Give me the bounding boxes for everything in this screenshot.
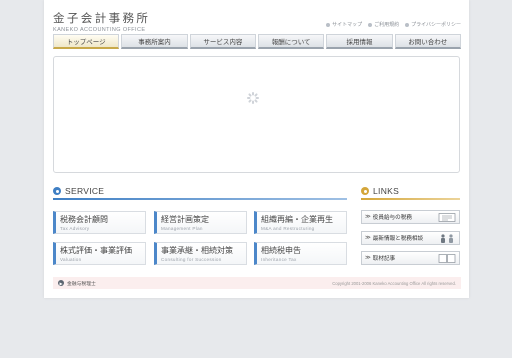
service-item-sublabel: Tax Advisory — [60, 226, 90, 231]
bullet-icon — [368, 22, 373, 27]
top-links: サイトマップ ご利用規約 プライバシーポリシー — [326, 21, 461, 28]
service-divider — [53, 198, 347, 200]
service-valuation[interactable]: 株式評価・事業評価 Valuation — [53, 242, 146, 265]
link-label: 役員給与の税務 — [372, 215, 412, 221]
footer-link[interactable]: ▶ 金融与税理士 — [58, 280, 96, 287]
service-bullet-icon — [53, 187, 61, 195]
top-link-sitemap[interactable]: サイトマップ — [326, 21, 362, 28]
double-chevron-icon: ≫ — [365, 235, 371, 241]
site-logo[interactable]: 金子会計事務所 KANEKO ACCOUNTING OFFICE — [53, 10, 150, 33]
logo-title: 金子会計事務所 — [53, 11, 151, 25]
double-chevron-icon: ≫ — [365, 255, 371, 261]
service-item-sublabel: Management Plan — [161, 226, 203, 231]
link-press-articles[interactable]: ≫ 取材記事 — [361, 251, 460, 265]
main-visual — [53, 56, 460, 173]
nav-item-recruit[interactable]: 採用情報 — [326, 34, 393, 49]
nav-item-fees[interactable]: 報酬について — [257, 34, 325, 49]
links-heading: LINKS — [361, 185, 399, 197]
footer-link-label: 金融与税理士 — [67, 281, 96, 287]
arrow-right-icon: ▶ — [58, 280, 64, 286]
link-news-consulting[interactable]: ≫ 最新情報と税務相談 — [361, 231, 460, 245]
copyright: Copyright 2001-2006 Kaneko Accounting Of… — [332, 280, 456, 286]
links-title: LINKS — [373, 186, 400, 196]
main-nav: トップページ 事務所案内 サービス内容 報酬について 採用情報 お問い合わせ — [53, 34, 461, 49]
links-bullet-icon — [361, 187, 369, 195]
double-chevron-icon: ≫ — [365, 214, 371, 220]
service-item-label: 税務会計顧問 — [60, 215, 108, 224]
service-item-label: 事業承継・相続対策 — [161, 246, 233, 255]
link-executive-pay[interactable]: ≫ 役員給与の税務 — [361, 210, 460, 224]
nav-item-contact[interactable]: お問い合わせ — [394, 34, 461, 49]
service-item-label: 経営計画策定 — [161, 215, 209, 224]
service-item-sublabel: Valuation — [60, 257, 82, 262]
bullet-icon — [326, 22, 331, 27]
service-restructuring[interactable]: 組織再編・企業再生 M&A and Restructuring — [254, 211, 347, 234]
service-title: SERVICE — [65, 186, 105, 196]
top-link-label: ご利用規約 — [374, 22, 400, 28]
service-item-label: 組織再編・企業再生 — [261, 215, 333, 224]
service-item-sublabel: M&A and Restructuring — [261, 226, 315, 231]
top-link-privacy[interactable]: プライバシーポリシー — [405, 21, 461, 28]
nav-item-top[interactable]: トップページ — [53, 34, 120, 49]
top-link-terms[interactable]: ご利用規約 — [368, 21, 399, 28]
top-link-label: サイトマップ — [332, 22, 363, 28]
document-icon — [438, 213, 456, 222]
loading-icon — [247, 92, 259, 104]
service-management-plan[interactable]: 経営計画策定 Management Plan — [154, 211, 247, 234]
service-item-sublabel: Consulting for Succession — [161, 257, 222, 262]
service-item-sublabel: Inheritance Tax — [261, 257, 297, 262]
link-label: 最新情報と税務相談 — [372, 236, 424, 242]
service-item-label: 株式評価・事業評価 — [60, 246, 132, 255]
nav-item-services[interactable]: サービス内容 — [189, 34, 256, 49]
bullet-icon — [405, 22, 410, 27]
service-succession[interactable]: 事業承継・相続対策 Consulting for Succession — [154, 242, 247, 265]
footer: ▶ 金融与税理士 Copyright 2001-2006 Kaneko Acco… — [53, 277, 461, 289]
people-icon — [441, 234, 453, 243]
service-heading: SERVICE — [53, 185, 104, 197]
top-link-label: プライバシーポリシー — [411, 22, 461, 28]
links-divider — [361, 198, 460, 200]
service-tax-advisory[interactable]: 税務会計顧問 Tax Advisory — [53, 211, 146, 234]
book-icon — [438, 254, 456, 263]
nav-item-office[interactable]: 事務所案内 — [121, 34, 188, 49]
logo-subtitle: KANEKO ACCOUNTING OFFICE — [53, 27, 146, 33]
service-item-label: 相続税申告 — [261, 246, 301, 255]
link-label: 取材記事 — [372, 256, 396, 262]
service-inheritance-tax[interactable]: 相続税申告 Inheritance Tax — [254, 242, 347, 265]
page-container: 金子会計事務所 KANEKO ACCOUNTING OFFICE サイトマップ … — [44, 0, 469, 298]
